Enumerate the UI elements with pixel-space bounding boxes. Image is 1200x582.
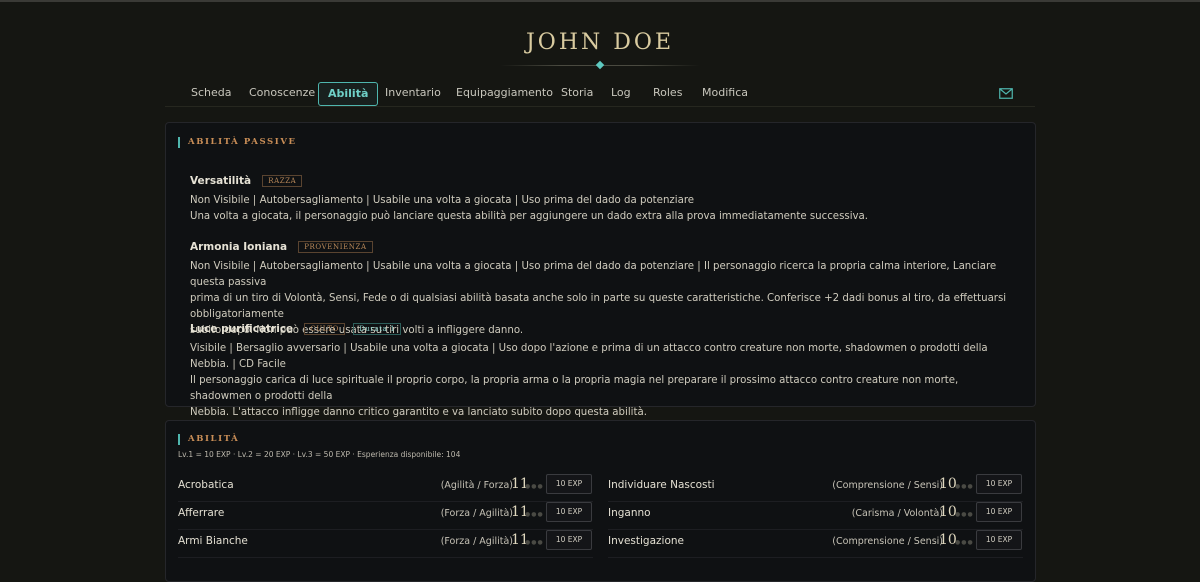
skill-level-dots: ●●● [525,511,544,518]
tab-scheda[interactable]: Scheda [191,82,232,104]
passive-ability-luce-purificatrice: Luce purificatrice CULTO Durata 1 Visibi… [190,317,1020,421]
tab-roles[interactable]: Roles [653,82,682,104]
skill-level-dots: ●●● [525,539,544,546]
upgrade-skill-button[interactable]: 10 EXP [546,530,592,550]
skill-name: Armi Bianche [178,535,248,547]
skill-level-dots: ●●● [955,483,974,490]
tab-log[interactable]: Log [611,82,631,104]
skill-row: Afferrare (Forza / Agilità) 11 ●●● 10 EX… [178,501,593,530]
tab-modifica[interactable]: Modifica [702,82,748,104]
skill-stats: (Comprensione / Sensi) [832,480,943,491]
skill-row: Acrobatica (Agilità / Forza) 11 ●●● 10 E… [178,473,593,502]
skill-name: Individuare Nascosti [608,479,715,491]
skill-name: Acrobatica [178,479,234,491]
tab-equipaggiamento[interactable]: Equipaggiamento [456,82,553,104]
ability-description: Visibile | Bersaglio avversario | Usabil… [190,341,1020,421]
ability-line: Non Visibile | Autobersagliamento | Usab… [190,261,997,288]
mail-icon[interactable] [999,88,1013,99]
top-border [0,0,1200,2]
tab-conoscenze[interactable]: Conoscenze [249,82,315,104]
ability-name: Versatilità [190,175,252,187]
ability-line: Nebbia. L'attacco infligge danno critico… [190,407,647,418]
skill-stats: (Carisma / Volontà) [851,508,943,519]
ability-line: Il personaggio carica di luce spirituale… [190,375,959,402]
ability-line: Non Visibile | Autobersagliamento | Usab… [190,195,695,206]
skill-name: Afferrare [178,507,225,519]
passive-ability-versatilita: Versatilità RAZZA Non Visibile | Autober… [190,169,1020,225]
duration-badge: Durata 1 [353,323,402,335]
ability-badge: PROVENIENZA [298,241,373,253]
skill-row: Armi Bianche (Forza / Agilità) 11 ●●● 10… [178,529,593,558]
ability-line: Una volta a giocata, il personaggio può … [190,211,869,222]
skill-level-dots: ●●● [955,539,974,546]
skill-row: Investigazione (Comprensione / Sensi) 10… [608,529,1023,558]
passive-abilities-heading: ABILITÀ PASSIVE [178,137,297,148]
skill-level-dots: ●●● [955,511,974,518]
character-name-title: JOHN DOE [525,30,675,55]
skill-name: Investigazione [608,535,684,547]
tab-storia[interactable]: Storia [561,82,593,104]
skill-stats: (Forza / Agilità) [440,536,513,547]
passive-abilities-panel: ABILITÀ PASSIVE Versatilità RAZZA Non Vi… [165,122,1036,418]
skill-row: Inganno (Carisma / Volontà) 10 ●●● 10 EX… [608,501,1023,530]
skill-row: Individuare Nascosti (Comprensione / Sen… [608,473,1023,502]
upgrade-skill-button[interactable]: 10 EXP [976,474,1022,494]
ability-line: Visibile | Bersaglio avversario | Usabil… [190,343,988,370]
upgrade-skill-button[interactable]: 10 EXP [976,502,1022,522]
tab-abilita[interactable]: Abilità [318,82,379,106]
skill-stats: (Forza / Agilità) [440,508,513,519]
upgrade-skill-button[interactable]: 10 EXP [546,474,592,494]
skills-panel: ABILITÀ Lv.1 = 10 EXP · Lv.2 = 20 EXP · … [165,420,1036,582]
tab-inventario[interactable]: Inventario [385,82,441,104]
ability-badge: RAZZA [262,175,303,187]
ability-name: Armonia Ioniana [190,241,288,253]
ability-badge: CULTO [304,323,346,335]
upgrade-skill-button[interactable]: 10 EXP [546,502,592,522]
skill-level-dots: ●●● [525,483,544,490]
skill-stats: (Agilità / Forza) [440,480,513,491]
ability-description: Non Visibile | Autobersagliamento | Usab… [190,193,1020,225]
skill-name: Inganno [608,507,651,519]
upgrade-skill-button[interactable]: 10 EXP [976,530,1022,550]
skill-stats: (Comprensione / Sensi) [832,536,943,547]
tab-bar: Scheda Conoscenze Abilità Inventario Equ… [165,82,1035,107]
diamond-ornament-icon [595,60,605,70]
xp-info: Lv.1 = 10 EXP · Lv.2 = 20 EXP · Lv.3 = 5… [178,450,461,459]
ability-name: Luce purificatrice [190,323,294,335]
skills-heading: ABILITÀ [178,434,239,445]
